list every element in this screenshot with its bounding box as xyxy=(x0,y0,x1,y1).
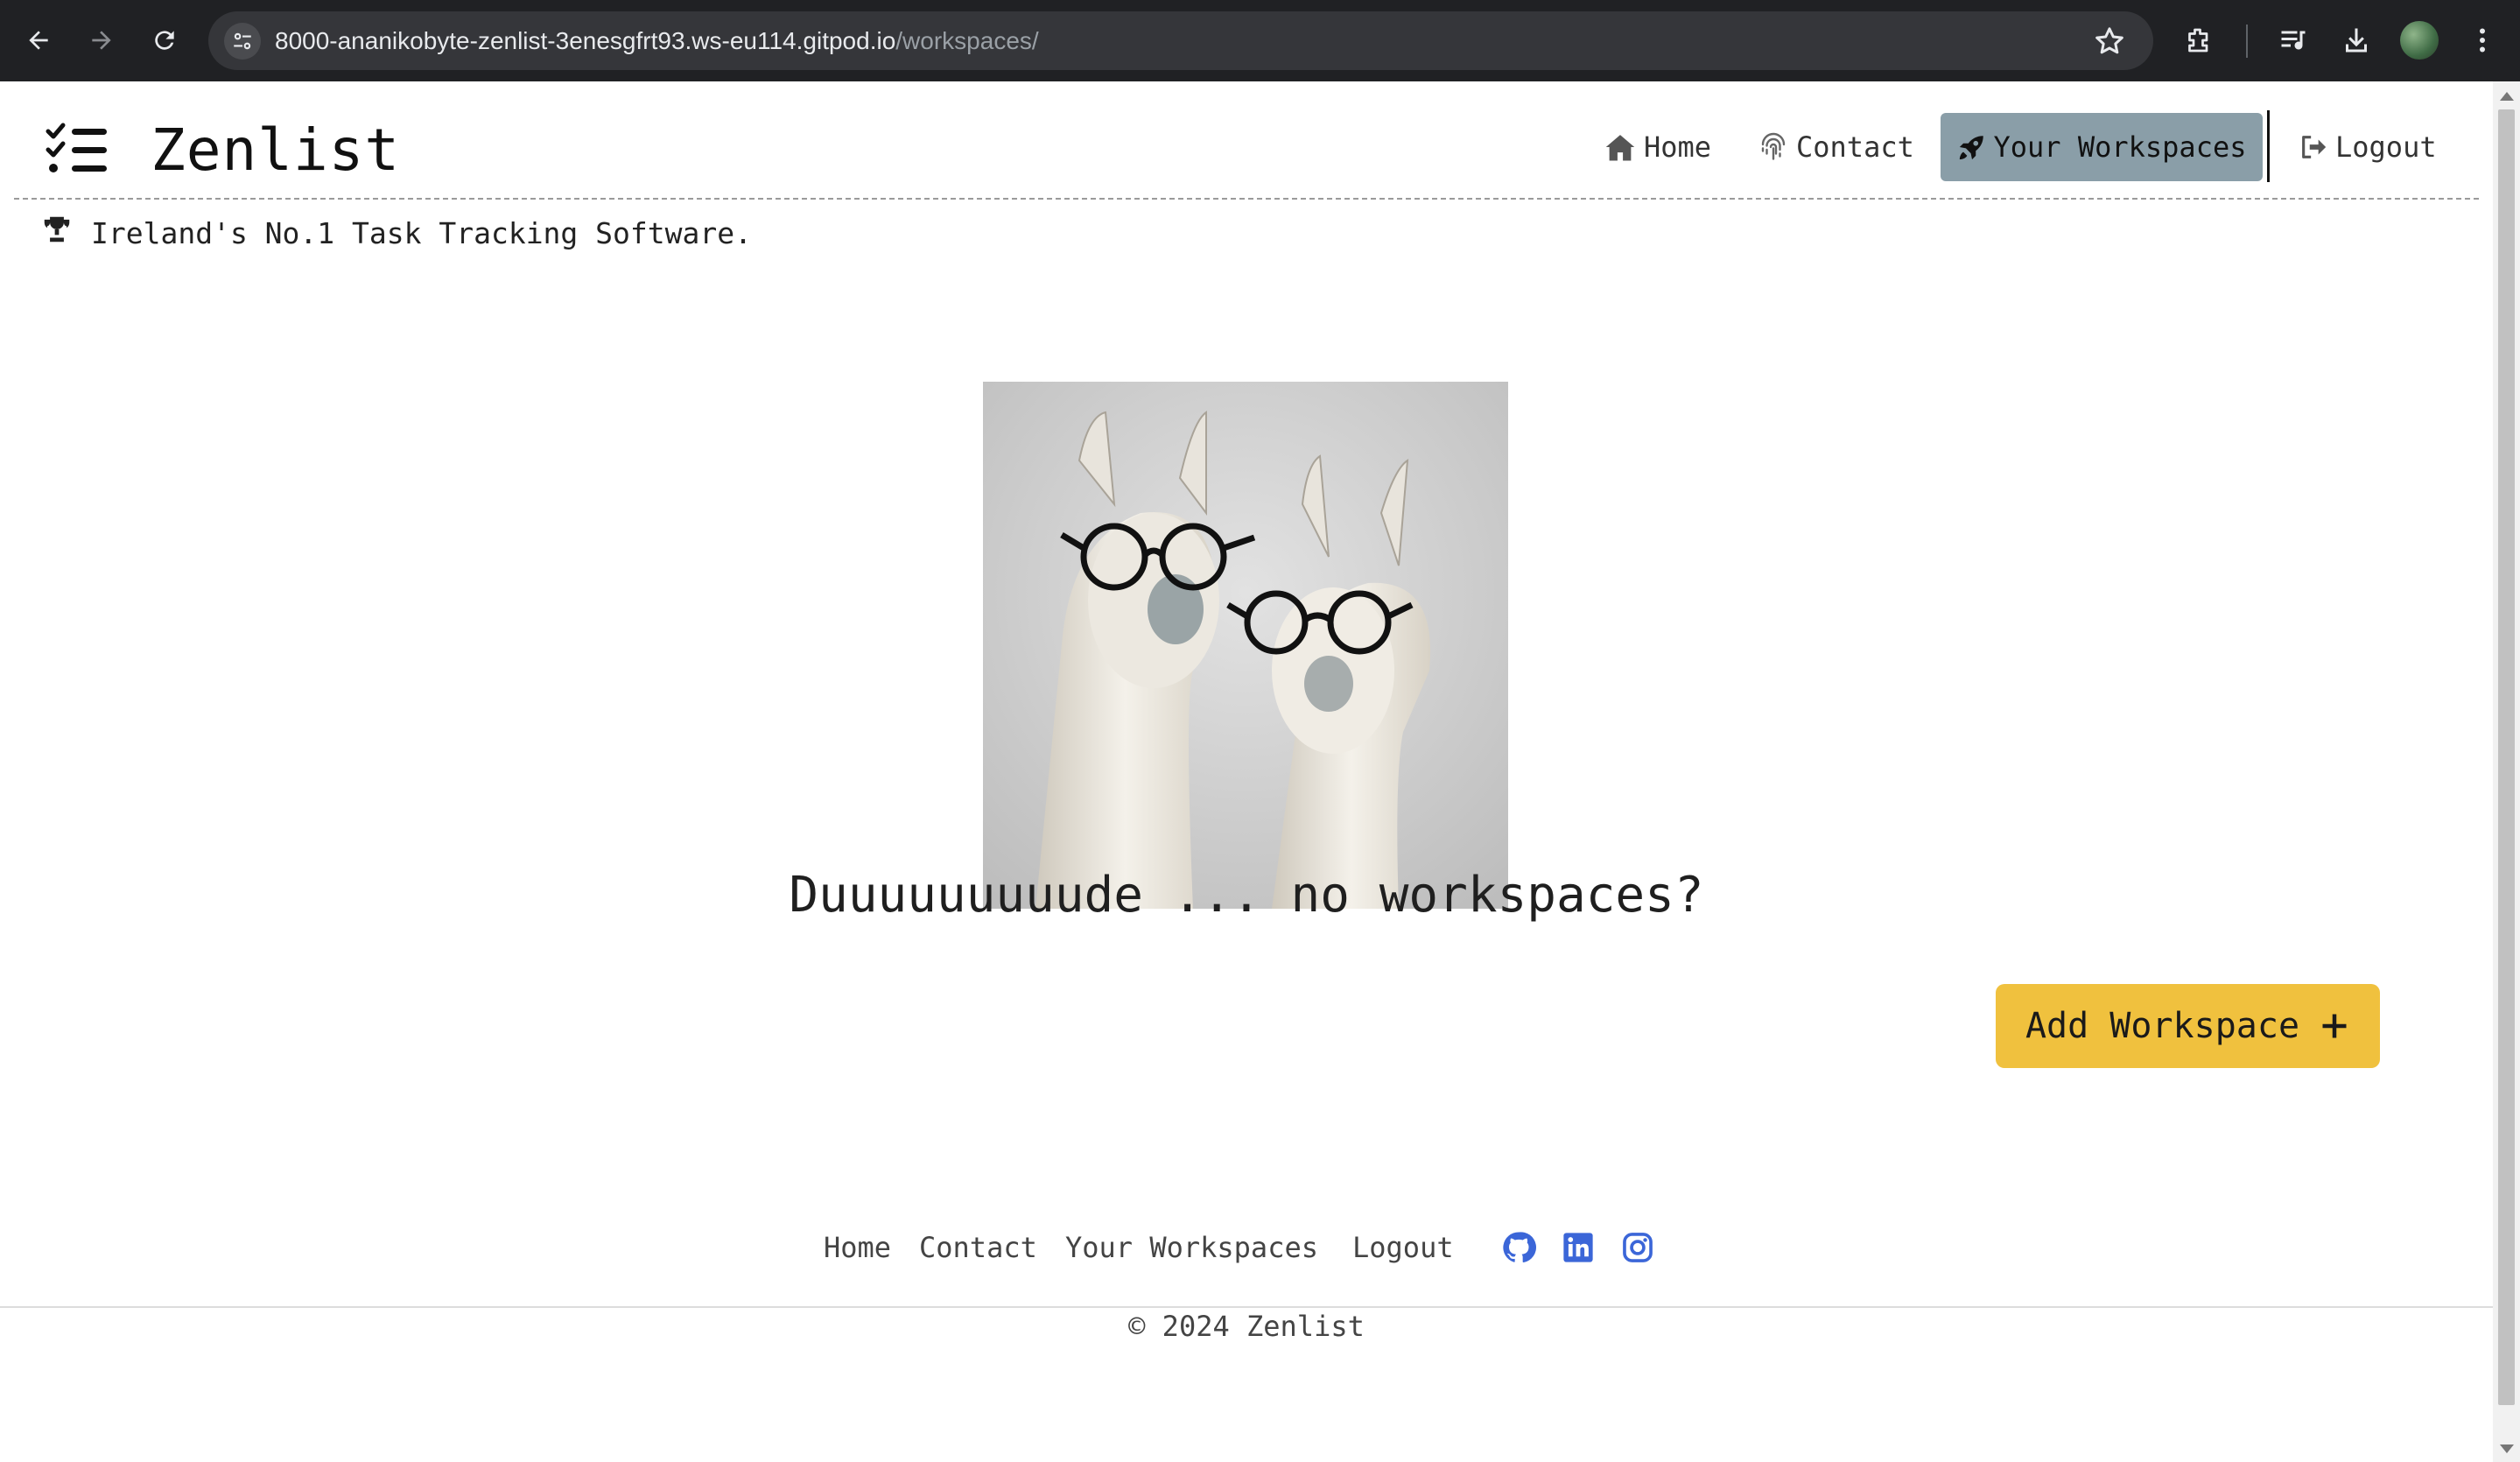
footer-nav: Home Contact Your Workspaces Logout xyxy=(0,1221,2493,1274)
kebab-menu-icon[interactable] xyxy=(2463,21,2502,60)
browser-toolbar: 8000-ananikobyte-zenlist-3enesgfrt93.ws-… xyxy=(0,0,2520,81)
footer-link-logout[interactable]: Logout xyxy=(1352,1221,1454,1274)
tagline: Ireland's No.1 Task Tracking Software. xyxy=(40,213,752,253)
copyright: © 2024 Zenlist xyxy=(1128,1310,1365,1343)
download-icon[interactable] xyxy=(2337,21,2376,60)
plus-icon xyxy=(2319,1010,2350,1042)
extensions-icon[interactable] xyxy=(2180,21,2218,60)
profile-avatar[interactable] xyxy=(2400,21,2439,60)
trophy-icon xyxy=(40,213,74,253)
scroll-down-arrow[interactable] xyxy=(2500,1444,2514,1453)
scroll-up-arrow[interactable] xyxy=(2500,92,2514,101)
footer-link-home[interactable]: Home xyxy=(824,1221,891,1274)
url-text: 8000-ananikobyte-zenlist-3enesgfrt93.ws-… xyxy=(275,11,1039,70)
github-icon[interactable] xyxy=(1501,1230,1536,1265)
footer-link-workspaces[interactable]: Your Workspaces xyxy=(1065,1221,1318,1274)
forward-button[interactable] xyxy=(81,19,123,61)
footer-link-contact[interactable]: Contact xyxy=(919,1221,1037,1274)
linkedin-icon[interactable] xyxy=(1561,1230,1596,1265)
address-bar[interactable]: 8000-ananikobyte-zenlist-3enesgfrt93.ws-… xyxy=(208,11,2153,70)
back-button[interactable] xyxy=(18,19,60,61)
tagline-text: Ireland's No.1 Task Tracking Software. xyxy=(91,215,752,250)
bookmark-star-icon[interactable] xyxy=(2092,24,2127,59)
site-info-icon[interactable] xyxy=(224,23,261,60)
url-host: 8000-ananikobyte-zenlist-3enesgfrt93.ws-… xyxy=(275,27,896,54)
header-divider xyxy=(14,198,2479,200)
page-scrollbar[interactable] xyxy=(2493,81,2520,1462)
media-controls-icon[interactable] xyxy=(2274,21,2313,60)
add-workspace-button[interactable]: Add Workspace xyxy=(1996,984,2380,1068)
llamas-image xyxy=(983,382,1508,909)
reload-button[interactable] xyxy=(144,19,186,61)
toolbar-divider xyxy=(2246,25,2248,58)
instagram-icon[interactable] xyxy=(1620,1230,1655,1265)
url-path: /workspaces/ xyxy=(895,27,1039,54)
add-workspace-label: Add Workspace xyxy=(2025,1006,2300,1046)
footer-divider xyxy=(0,1306,2493,1308)
scrollbar-thumb[interactable] xyxy=(2498,109,2515,1405)
empty-state-message: Duuuuuuuuude ... no workspaces? xyxy=(789,867,1704,924)
